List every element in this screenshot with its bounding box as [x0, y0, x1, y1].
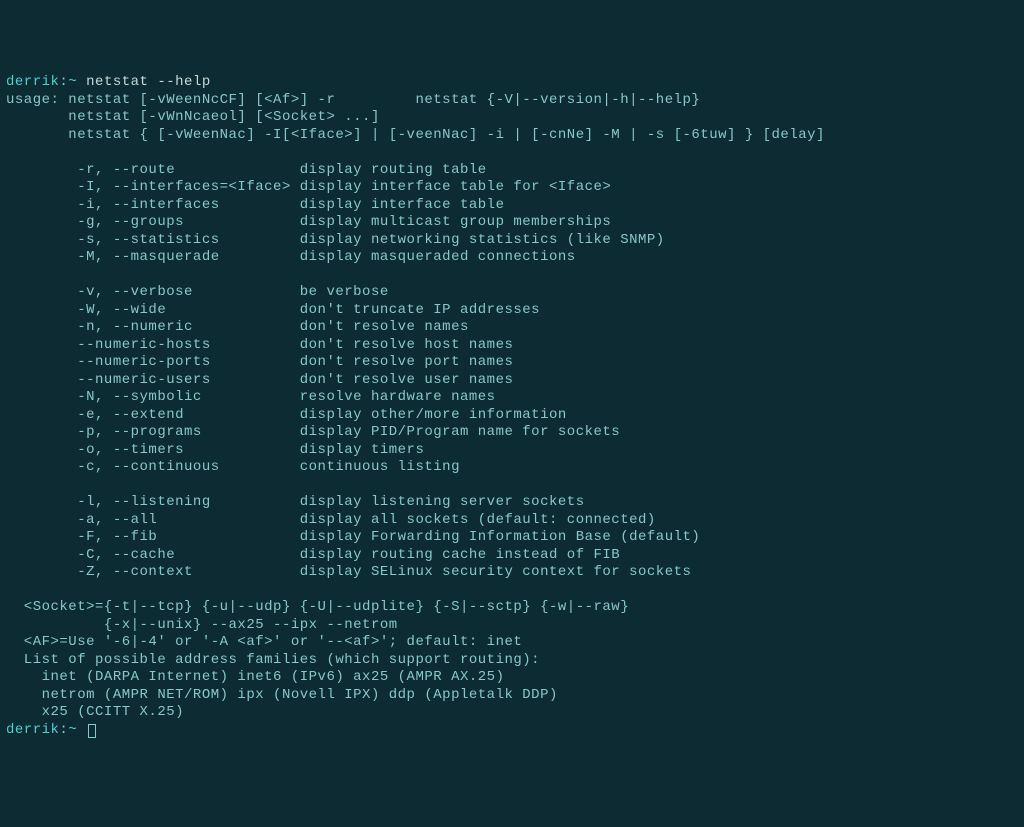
opt-verbose: -v, --verbose be verbose [6, 284, 1018, 302]
footer-af: <AF>=Use '-6|-4' or '-A <af>' or '--<af>… [6, 634, 1018, 652]
opt-fib: -F, --fib display Forwarding Information… [6, 529, 1018, 547]
usage-line-1: usage: netstat [-vWeenNcCF] [<Af>] -r ne… [6, 92, 1018, 110]
opt-wide: -W, --wide don't truncate IP addresses [6, 302, 1018, 320]
prompt-user: derrik [6, 722, 59, 738]
usage-line-3: netstat { [-vWeenNac] -I[<Iface>] | [-ve… [6, 127, 1018, 145]
prompt-user: derrik [6, 74, 59, 90]
opt-continuous: -c, --continuous continuous listing [6, 459, 1018, 477]
opt-route: -r, --route display routing table [6, 162, 1018, 180]
prompt-space [77, 74, 86, 90]
footer-socket-1: <Socket>={-t|--tcp} {-u|--udp} {-U|--udp… [6, 599, 1018, 617]
prompt-sep: : [59, 722, 68, 738]
opt-numeric-hosts: --numeric-hosts don't resolve host names [6, 337, 1018, 355]
opt-numeric: -n, --numeric don't resolve names [6, 319, 1018, 337]
opt-cache: -C, --cache display routing cache instea… [6, 547, 1018, 565]
opt-extend: -e, --extend display other/more informat… [6, 407, 1018, 425]
opt-timers: -o, --timers display timers [6, 442, 1018, 460]
footer-fam-1: inet (DARPA Internet) inet6 (IPv6) ax25 … [6, 669, 1018, 687]
command-text: netstat --help [86, 74, 211, 90]
opt-symbolic: -N, --symbolic resolve hardware names [6, 389, 1018, 407]
opt-interfaces-iface: -I, --interfaces=<Iface> display interfa… [6, 179, 1018, 197]
blank-line [6, 582, 1018, 600]
blank-line [6, 144, 1018, 162]
usage-line-2: netstat [-vWnNcaeol] [<Socket> ...] [6, 109, 1018, 127]
opt-masquerade: -M, --masquerade display masqueraded con… [6, 249, 1018, 267]
footer-socket-2: {-x|--unix} --ax25 --ipx --netrom [6, 617, 1018, 635]
opt-statistics: -s, --statistics display networking stat… [6, 232, 1018, 250]
opt-numeric-ports: --numeric-ports don't resolve port names [6, 354, 1018, 372]
blank-line [6, 267, 1018, 285]
footer-list: List of possible address families (which… [6, 652, 1018, 670]
prompt-line-2[interactable]: derrik:~ [6, 722, 1018, 740]
prompt-space [77, 722, 86, 738]
footer-fam-3: x25 (CCITT X.25) [6, 704, 1018, 722]
prompt-sep: : [59, 74, 68, 90]
footer-fam-2: netrom (AMPR NET/ROM) ipx (Novell IPX) d… [6, 687, 1018, 705]
cursor-icon [88, 724, 96, 738]
terminal-output[interactable]: derrik:~ netstat --helpusage: netstat [-… [6, 74, 1018, 739]
opt-groups: -g, --groups display multicast group mem… [6, 214, 1018, 232]
opt-interfaces: -i, --interfaces display interface table [6, 197, 1018, 215]
prompt-line-1[interactable]: derrik:~ netstat --help [6, 74, 1018, 92]
blank-line [6, 477, 1018, 495]
opt-listening: -l, --listening display listening server… [6, 494, 1018, 512]
opt-all: -a, --all display all sockets (default: … [6, 512, 1018, 530]
opt-numeric-users: --numeric-users don't resolve user names [6, 372, 1018, 390]
prompt-path: ~ [68, 722, 77, 738]
prompt-path: ~ [68, 74, 77, 90]
opt-programs: -p, --programs display PID/Program name … [6, 424, 1018, 442]
opt-context: -Z, --context display SELinux security c… [6, 564, 1018, 582]
